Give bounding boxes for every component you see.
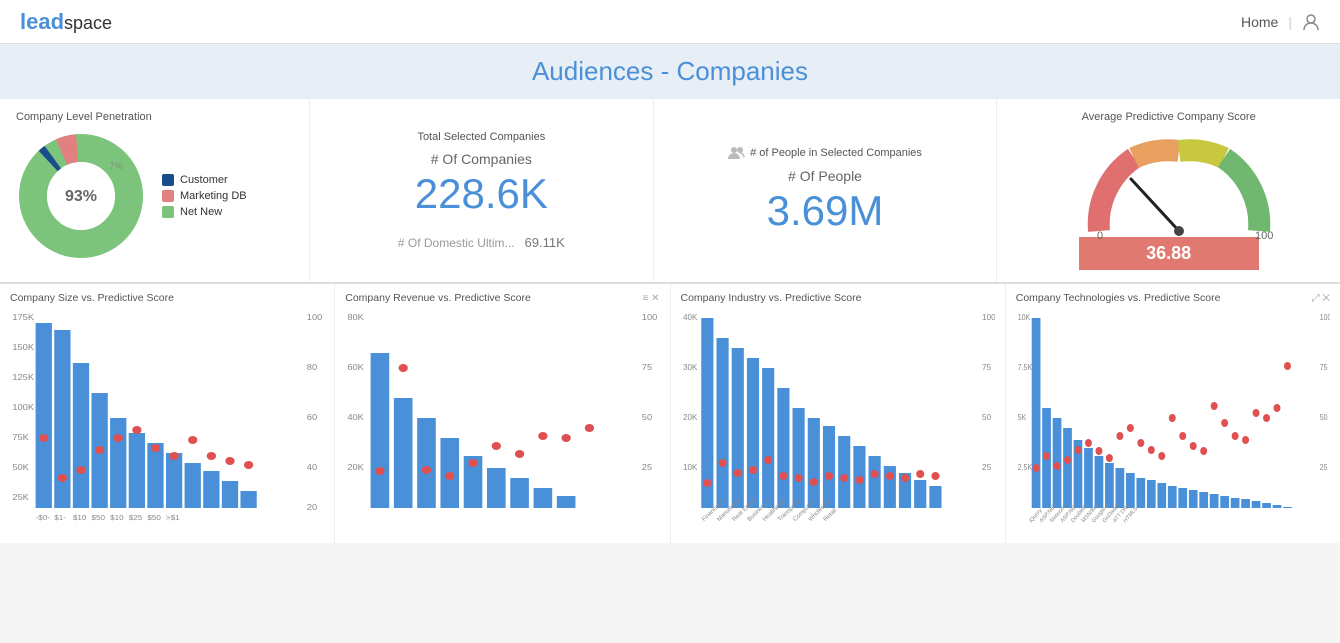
total-companies-panel: Total Selected Companies # Of Companies …	[310, 99, 654, 282]
svg-text:80: 80	[307, 363, 318, 372]
user-icon[interactable]	[1302, 13, 1320, 31]
svg-text:$10: $10	[73, 514, 87, 522]
svg-text:$10: $10	[110, 514, 124, 522]
svg-text:7.5K: 7.5K	[1017, 363, 1031, 373]
svg-text:$25: $25	[129, 514, 143, 522]
revenue-chart-panel: Company Revenue vs. Predictive Score ≡ ✕…	[335, 284, 670, 543]
domestic-label: # Of Domestic Ultim...	[398, 236, 515, 250]
size-chart-area: 175K 150K 125K 100K 75K 50K 25K 100 80 6…	[10, 308, 324, 528]
industry-chart-title: Company Industry vs. Predictive Score	[681, 292, 995, 304]
svg-text:80K: 80K	[348, 313, 365, 322]
svg-text:-$0-: -$0-	[36, 514, 51, 522]
svg-text:5K: 5K	[1017, 413, 1026, 423]
top-nav: leadspace Home |	[0, 0, 1340, 44]
legend-net-new: Net New	[162, 206, 247, 218]
svg-text:40K: 40K	[348, 413, 365, 422]
svg-text:$1-: $1-	[54, 514, 66, 522]
svg-text:125K: 125K	[12, 373, 34, 382]
avg-score-panel: Average Predictive Company Score	[997, 99, 1340, 282]
svg-text:50: 50	[642, 413, 653, 422]
svg-text:100: 100	[1255, 230, 1273, 241]
svg-text:25: 25	[982, 463, 992, 472]
legend-net-new-label: Net New	[180, 206, 222, 218]
home-link[interactable]: Home	[1241, 14, 1278, 30]
svg-text:40K: 40K	[683, 313, 698, 322]
people-icon	[728, 146, 746, 160]
donut-chart: 93% 7%	[16, 131, 146, 261]
page-title: Audiences - Companies	[12, 56, 1328, 87]
svg-text:175K: 175K	[12, 313, 34, 322]
svg-text:50: 50	[982, 413, 992, 422]
svg-text:20K: 20K	[683, 413, 698, 422]
svg-text:25K: 25K	[12, 493, 29, 502]
svg-text:2.5K: 2.5K	[1017, 463, 1031, 473]
svg-text:20K: 20K	[348, 463, 365, 472]
svg-text:40: 40	[307, 463, 318, 472]
svg-text:Retail: Retail	[822, 508, 837, 523]
stats-row: Company Level Penetration 93% 7%	[0, 99, 1340, 283]
company-penetration-title: Company Level Penetration	[16, 111, 293, 123]
of-companies-label: # Of Companies	[431, 151, 532, 167]
svg-text:93%: 93%	[65, 188, 97, 205]
revenue-chart-title: Company Revenue vs. Predictive Score ≡ ✕	[345, 292, 659, 304]
size-chart-title: Company Size vs. Predictive Score	[10, 292, 324, 304]
company-penetration-panel: Company Level Penetration 93% 7%	[0, 99, 310, 282]
legend-customer-label: Customer	[180, 174, 228, 186]
nav-right: Home |	[1241, 13, 1320, 31]
people-panel: # of People in Selected Companies # Of P…	[654, 99, 998, 282]
svg-text:20: 20	[307, 503, 318, 512]
svg-text:25: 25	[1320, 463, 1328, 473]
svg-text:100: 100	[307, 313, 323, 322]
nav-divider: |	[1288, 14, 1292, 30]
technologies-chart-area: 10K 7.5K 5K 2.5K 100 75 50 25	[1016, 308, 1330, 528]
svg-text:60: 60	[307, 413, 318, 422]
page-title-bar: Audiences - Companies	[0, 44, 1340, 99]
size-chart-panel: Company Size vs. Predictive Score 175K 1…	[0, 284, 335, 543]
gauge-score: 36.88	[1079, 237, 1259, 270]
svg-text:0: 0	[1097, 230, 1103, 241]
legend-marketing-db: Marketing DB	[162, 190, 247, 202]
svg-text:100: 100	[982, 313, 995, 322]
domestic-value: 69.11K	[525, 235, 565, 250]
avg-score-title: Average Predictive Company Score	[1082, 111, 1256, 123]
of-people-label: # Of People	[788, 168, 862, 184]
svg-text:50K: 50K	[12, 463, 29, 472]
svg-text:10K: 10K	[683, 463, 698, 472]
logo: leadspace	[20, 9, 112, 35]
gauge-chart: 0 100	[1079, 131, 1259, 231]
legend: Customer Marketing DB Net New	[162, 174, 247, 218]
svg-text:30K: 30K	[683, 363, 698, 372]
legend-customer: Customer	[162, 174, 247, 186]
industry-chart-panel: Company Industry vs. Predictive Score 40…	[671, 284, 1006, 543]
svg-text:150K: 150K	[12, 343, 34, 352]
legend-marketing-db-label: Marketing DB	[180, 190, 247, 202]
companies-value: 228.6K	[415, 171, 548, 217]
people-value: 3.69M	[767, 188, 884, 234]
svg-text:75: 75	[982, 363, 992, 372]
technologies-chart-panel: Company Technologies vs. Predictive Scor…	[1006, 284, 1340, 543]
svg-text:100K: 100K	[12, 403, 34, 412]
svg-text:75: 75	[1320, 363, 1328, 373]
svg-text:>$1: >$1	[166, 514, 180, 522]
svg-text:$50: $50	[147, 514, 161, 522]
svg-text:25: 25	[642, 463, 653, 472]
svg-text:10K: 10K	[1017, 313, 1029, 323]
svg-text:60K: 60K	[348, 363, 365, 372]
svg-text:100: 100	[1320, 313, 1330, 323]
industry-chart-area: 40K 30K 20K 10K 100 75 50 25	[681, 308, 995, 528]
svg-text:7%: 7%	[109, 161, 122, 171]
svg-text:75: 75	[642, 363, 653, 372]
svg-text:100: 100	[642, 313, 658, 322]
svg-text:$50: $50	[91, 514, 105, 522]
charts-row: Company Size vs. Predictive Score 175K 1…	[0, 283, 1340, 543]
svg-text:50: 50	[1320, 413, 1328, 423]
svg-text:75K: 75K	[12, 433, 29, 442]
technologies-chart-title: Company Technologies vs. Predictive Scor…	[1016, 292, 1330, 304]
total-companies-title: Total Selected Companies	[417, 131, 545, 143]
pie-container: 93% 7% Customer Marketing DB Net New	[16, 131, 293, 261]
people-title: # of People in Selected Companies	[728, 146, 922, 160]
revenue-chart-area: 80K 60K 40K 20K 100 75 50 25	[345, 308, 659, 528]
